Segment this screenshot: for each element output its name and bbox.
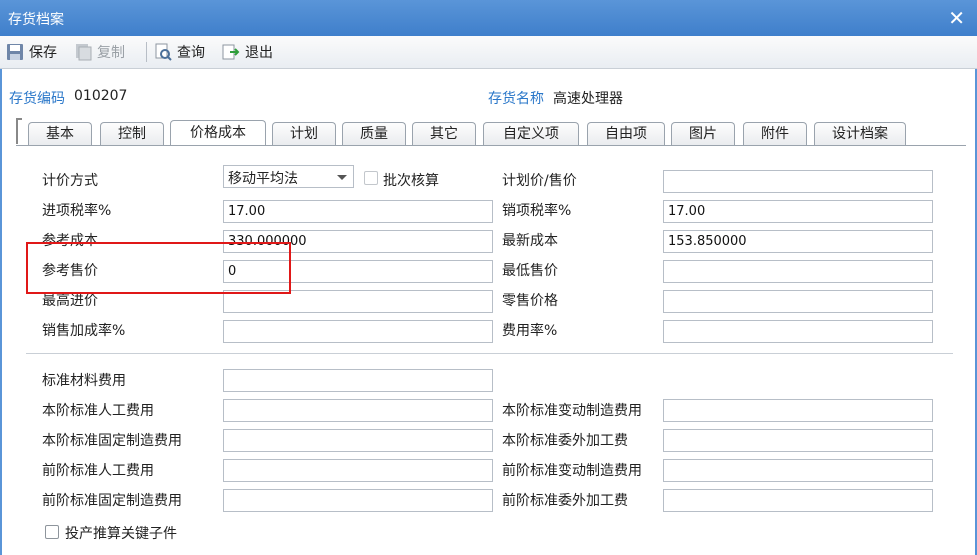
latest-cost-label: 最新成本 bbox=[502, 233, 558, 249]
plan-price-label: 计划价/售价 bbox=[502, 173, 577, 189]
main-content: 存货编码 010207 存货名称 高速处理器 基本 控制 价格成本 计划 质量 … bbox=[0, 69, 977, 555]
section-divider bbox=[26, 353, 953, 354]
toolbar: 保存 复制 查询 退出 bbox=[0, 36, 977, 69]
save-label: 保存 bbox=[29, 45, 57, 61]
input-tax-label: 进项税率% bbox=[42, 203, 112, 219]
key-child-checkbox[interactable] bbox=[45, 525, 59, 539]
plan-price-field[interactable] bbox=[663, 170, 933, 193]
latest-cost-field[interactable]: 153.850000 bbox=[663, 230, 933, 253]
prev-var-mfg-label: 前阶标准变动制造费用 bbox=[502, 463, 642, 479]
tab-label: 图片 bbox=[689, 126, 717, 142]
tab-other[interactable]: 其它 bbox=[412, 122, 476, 146]
highlight-box bbox=[26, 242, 291, 294]
exit-button[interactable]: 退出 bbox=[222, 40, 273, 64]
tab-custom-items[interactable]: 自定义项 bbox=[483, 122, 579, 146]
std-fixed-mfg-label: 本阶标准固定制造费用 bbox=[42, 433, 182, 449]
tab-label: 设计档案 bbox=[832, 126, 888, 142]
prev-outsource-label: 前阶标准委外加工费 bbox=[502, 493, 628, 509]
std-outsource-label: 本阶标准委外加工费 bbox=[502, 433, 628, 449]
save-icon bbox=[6, 43, 24, 61]
tab-label: 控制 bbox=[118, 126, 146, 142]
inventory-name-value: 高速处理器 bbox=[553, 91, 623, 107]
prev-var-mfg-field[interactable] bbox=[663, 459, 933, 482]
batch-accounting-label: 批次核算 bbox=[383, 173, 439, 189]
output-tax-field[interactable]: 17.00 bbox=[663, 200, 933, 223]
expense-rate-field[interactable] bbox=[663, 320, 933, 343]
save-button[interactable]: 保存 bbox=[6, 40, 57, 64]
input-tax-field[interactable]: 17.00 bbox=[223, 200, 493, 223]
tab-label: 基本 bbox=[46, 126, 74, 142]
tab-images[interactable]: 图片 bbox=[671, 122, 735, 146]
batch-accounting-checkbox[interactable] bbox=[364, 171, 378, 185]
tab-bar-start bbox=[16, 118, 22, 144]
tab-quality[interactable]: 质量 bbox=[342, 122, 406, 146]
tab-basic[interactable]: 基本 bbox=[28, 122, 92, 146]
key-child-label: 投产推算关键子件 bbox=[65, 526, 177, 542]
tab-label: 其它 bbox=[430, 126, 458, 142]
query-button[interactable]: 查询 bbox=[154, 40, 205, 64]
inventory-name-label: 存货名称 bbox=[488, 91, 544, 107]
prev-labor-field[interactable] bbox=[223, 459, 493, 482]
tab-control[interactable]: 控制 bbox=[100, 122, 164, 146]
tab-design-file[interactable]: 设计档案 bbox=[814, 122, 906, 146]
std-material-field[interactable] bbox=[223, 369, 493, 392]
close-icon[interactable]: ✕ bbox=[948, 6, 965, 30]
retail-price-label: 零售价格 bbox=[502, 293, 558, 309]
exit-icon bbox=[222, 43, 240, 61]
std-labor-field[interactable] bbox=[223, 399, 493, 422]
min-price-field[interactable] bbox=[663, 260, 933, 283]
pricing-method-select[interactable]: 移动平均法 bbox=[223, 165, 354, 188]
inventory-code-value: 010207 bbox=[74, 88, 128, 104]
std-material-label: 标准材料费用 bbox=[42, 373, 126, 389]
copy-button[interactable]: 复制 bbox=[74, 40, 125, 64]
markup-rate-field[interactable] bbox=[223, 320, 493, 343]
search-icon bbox=[154, 43, 172, 61]
pricing-method-value: 移动平均法 bbox=[228, 171, 298, 187]
title-bar: 存货档案 ✕ bbox=[0, 0, 977, 36]
tab-label: 自由项 bbox=[605, 126, 647, 142]
markup-rate-label: 销售加成率% bbox=[42, 323, 126, 339]
tab-label: 附件 bbox=[761, 126, 789, 142]
prev-outsource-field[interactable] bbox=[663, 489, 933, 512]
retail-price-field[interactable] bbox=[663, 290, 933, 313]
std-labor-label: 本阶标准人工费用 bbox=[42, 403, 154, 419]
prev-labor-label: 前阶标准人工费用 bbox=[42, 463, 154, 479]
tab-label: 价格成本 bbox=[190, 125, 246, 141]
copy-label: 复制 bbox=[97, 45, 125, 61]
copy-icon bbox=[74, 43, 92, 61]
toolbar-separator bbox=[146, 42, 147, 62]
tab-price-cost[interactable]: 价格成本 bbox=[170, 120, 266, 146]
prev-fixed-mfg-field[interactable] bbox=[223, 489, 493, 512]
expense-rate-label: 费用率% bbox=[502, 323, 558, 339]
std-fixed-mfg-field[interactable] bbox=[223, 429, 493, 452]
window-title: 存货档案 bbox=[8, 12, 64, 28]
chevron-down-icon bbox=[337, 175, 347, 180]
tab-label: 自定义项 bbox=[503, 126, 559, 142]
pricing-method-label: 计价方式 bbox=[42, 173, 98, 189]
output-tax-label: 销项税率% bbox=[502, 203, 572, 219]
inventory-code-label: 存货编码 bbox=[9, 91, 65, 107]
tab-label: 质量 bbox=[360, 126, 388, 142]
query-label: 查询 bbox=[177, 45, 205, 61]
prev-fixed-mfg-label: 前阶标准固定制造费用 bbox=[42, 493, 182, 509]
std-outsource-field[interactable] bbox=[663, 429, 933, 452]
tab-label: 计划 bbox=[290, 126, 318, 142]
tab-bar: 基本 控制 价格成本 计划 质量 其它 自定义项 自由项 图片 附件 设计档案 bbox=[2, 118, 977, 146]
std-var-mfg-field[interactable] bbox=[663, 399, 933, 422]
std-var-mfg-label: 本阶标准变动制造费用 bbox=[502, 403, 642, 419]
tab-attachments[interactable]: 附件 bbox=[743, 122, 807, 146]
min-price-label: 最低售价 bbox=[502, 263, 558, 279]
tab-free-items[interactable]: 自由项 bbox=[587, 122, 665, 146]
exit-label: 退出 bbox=[245, 45, 273, 61]
tab-plan[interactable]: 计划 bbox=[272, 122, 336, 146]
